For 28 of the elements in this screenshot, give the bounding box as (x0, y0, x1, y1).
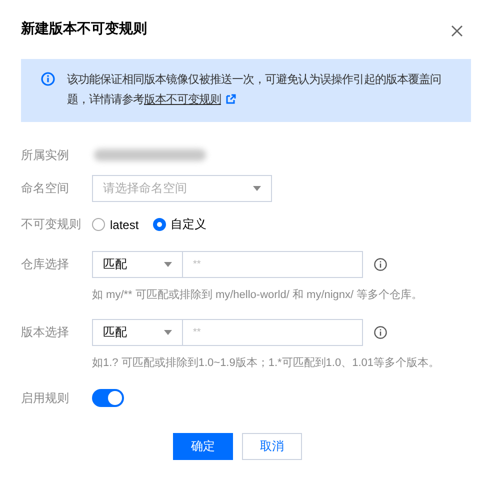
help-text: 如 my/** 可匹配或排除到 my/hello-world/ 和 my/nignx/ 等多个仓库。 (92, 288, 424, 302)
help-text: 如1.? 可匹配或排除到1.0~1.9版本；1.*可匹配到1.0、1.01等多个版本。 (92, 356, 441, 370)
rule-link[interactable]: 版本不可变规则 (144, 94, 221, 106)
close-icon[interactable] (451, 25, 465, 39)
confirm-button[interactable]: 确定 (173, 433, 233, 460)
field-label: 命名空间 (21, 180, 70, 197)
notice-text: 该功能保证相同版本镜像仅被推送一次，可避免认为误操作引起的版本覆盖问题，详情请参考版本不可变规则 (67, 72, 442, 108)
caret-icon (164, 330, 172, 335)
external-link-icon (226, 94, 236, 104)
radio-option[interactable]: latest (92, 218, 139, 232)
info-icon (374, 258, 387, 271)
pattern-input[interactable]: ** (183, 251, 363, 278)
field-label: 启用规则 (21, 390, 70, 406)
info-icon (374, 326, 387, 339)
field-label: 所属实例 (21, 146, 70, 164)
caret-icon (253, 186, 261, 191)
field-label: 版本选择 (21, 324, 70, 341)
pattern-input[interactable]: ** (183, 319, 363, 346)
dialog-title: 新建版本不可变规则 (21, 20, 147, 38)
radio-option[interactable]: 自定义 (152, 216, 207, 233)
match-select[interactable]: 匹配 (92, 251, 183, 278)
field-label: 不可变规则 (21, 216, 82, 233)
field-label: 仓库选择 (21, 256, 70, 273)
info-icon (41, 72, 55, 86)
match-select[interactable]: 匹配 (92, 319, 183, 346)
caret-icon (164, 262, 172, 267)
cancel-button[interactable]: 取消 (242, 433, 302, 460)
toggle-switch[interactable] (92, 389, 124, 407)
